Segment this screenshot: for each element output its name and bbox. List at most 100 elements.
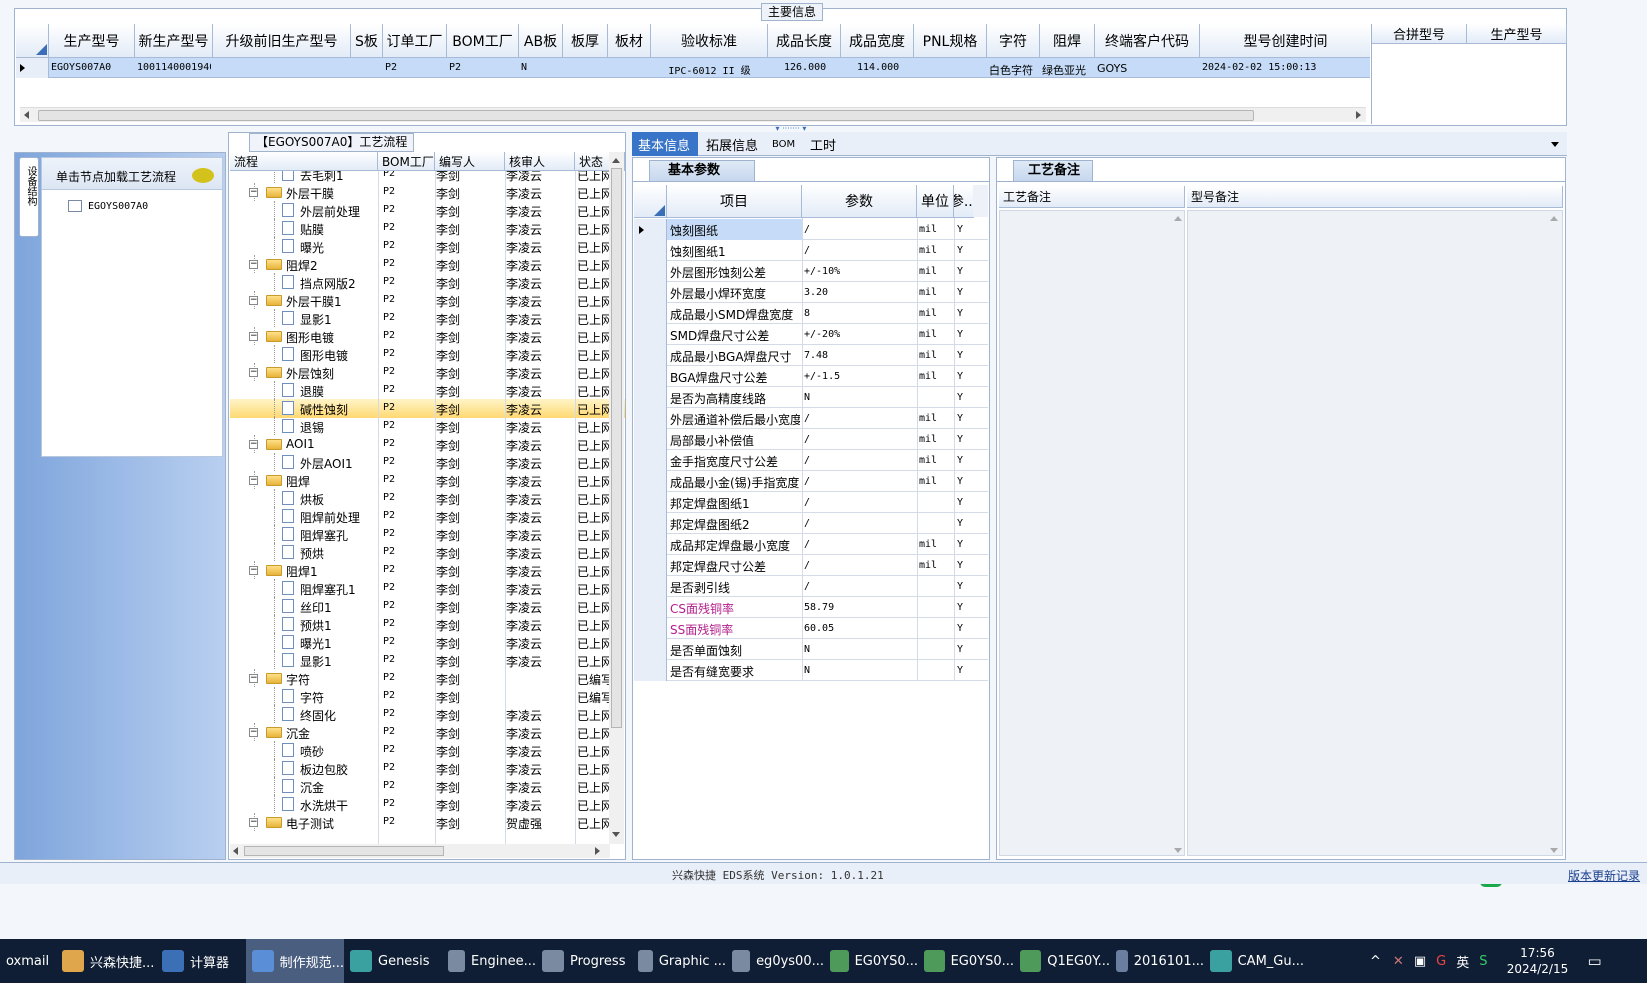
scroll-up-icon[interactable] <box>612 158 620 163</box>
hscroll-thumb[interactable] <box>38 110 1254 121</box>
process-row[interactable]: − 阻焊 P2 李剑 李凌云 已上网 <box>230 471 625 490</box>
scroll-down-icon[interactable] <box>1550 848 1558 853</box>
model-notes-header[interactable]: 型号备注 <box>1187 186 1563 208</box>
scroll-left-icon[interactable] <box>24 111 29 119</box>
taskbar-item[interactable]: 2016101... <box>1110 939 1204 983</box>
taskbar-item[interactable]: Genesis <box>344 939 442 983</box>
param-row[interactable]: 邦定焊盘图纸1 / Y <box>634 492 988 513</box>
process-row[interactable]: 喷砂 P2 李剑 李凌云 已上网 <box>230 741 625 760</box>
tab-bom[interactable]: BOM <box>766 132 801 156</box>
main-col-header[interactable]: 新生产型号 <box>135 24 213 58</box>
collapse-toggle-icon[interactable]: − <box>249 296 258 305</box>
scroll-down-icon[interactable] <box>612 832 620 837</box>
process-notes-header[interactable]: 工艺备注 <box>999 186 1185 208</box>
param-row[interactable]: 金手指宽度尺寸公差 / mil Y <box>634 450 988 471</box>
process-row[interactable]: 水洗烘干 P2 李剑 李凌云 已上网 <box>230 795 625 814</box>
collapse-toggle-icon[interactable]: − <box>249 674 258 683</box>
process-row[interactable]: − 外层干膜 P2 李剑 李凌云 已上网 <box>230 183 625 202</box>
param-row[interactable]: 外层通道补偿后最小宽度 / mil Y <box>634 408 988 429</box>
taskbar-item[interactable]: CAM_Gu... <box>1204 939 1304 983</box>
collapse-toggle-icon[interactable]: − <box>249 566 258 575</box>
scroll-up-icon[interactable] <box>1174 216 1182 221</box>
tray-network-icon[interactable]: ▣ <box>1414 954 1426 969</box>
param-row[interactable]: BGA焊盘尺寸公差 +/-1.5 mil Y <box>634 366 988 387</box>
param-row[interactable]: 成品最小BGA焊盘尺寸 7.48 mil Y <box>634 345 988 366</box>
process-row[interactable]: 预烘 P2 李剑 李凌云 已上网 <box>230 543 625 562</box>
param-row[interactable]: 局部最小补偿值 / mil Y <box>634 429 988 450</box>
taskbar-item[interactable]: EG0YS0... <box>824 939 918 983</box>
process-row[interactable]: 阻焊塞孔 P2 李剑 李凌云 已上网 <box>230 525 625 544</box>
collapse-toggle-icon[interactable]: − <box>249 188 258 197</box>
taskbar-item[interactable]: Progress <box>536 939 632 983</box>
param-row[interactable]: 邦定焊盘尺寸公差 / mil Y <box>634 555 988 576</box>
tree-node[interactable]: EGOYS007A0 <box>68 198 148 214</box>
collapse-toggle-icon[interactable]: − <box>249 332 258 341</box>
process-row[interactable]: 碱性蚀刻 P2 李剑 李凌云 已上网 <box>230 399 625 418</box>
process-row[interactable]: 沉金 P2 李剑 李凌云 已上网 <box>230 777 625 796</box>
main-cell[interactable]: 10011400019407 <box>137 62 211 73</box>
scroll-left-icon[interactable] <box>233 847 238 855</box>
process-row[interactable]: 外层前处理 P2 李剑 李凌云 已上网 <box>230 201 625 220</box>
main-col-header[interactable]: 订单工厂 <box>383 24 447 58</box>
collapse-toggle-icon[interactable]: − <box>249 476 258 485</box>
process-row[interactable]: 贴膜 P2 李剑 李凌云 已上网 <box>230 219 625 238</box>
process-row[interactable]: 板边包胶 P2 李剑 李凌云 已上网 <box>230 759 625 778</box>
side-production-model-header[interactable]: 生产型号 <box>1467 24 1567 44</box>
scroll-right-icon[interactable] <box>595 847 600 855</box>
merge-model-header[interactable]: 合拼型号 <box>1372 24 1467 44</box>
process-col-header[interactable]: 流程 <box>230 152 378 171</box>
param-row[interactable]: 蚀刻图纸1 / mil Y <box>634 240 988 261</box>
main-col-header[interactable]: 生产型号 <box>49 24 135 58</box>
process-row[interactable]: 终固化 P2 李剑 李凌云 已上网 <box>230 705 625 724</box>
taskbar-item[interactable]: eg0ys00... <box>726 939 824 983</box>
update-log-link[interactable]: 版本更新记录 <box>1568 867 1640 884</box>
process-row[interactable]: 退锡 P2 李剑 李凌云 已上网 <box>230 417 625 436</box>
process-row[interactable]: 外层AOI1 P2 李剑 李凌云 已上网 <box>230 453 625 472</box>
main-cell[interactable]: N <box>521 62 561 73</box>
main-cell[interactable]: 白色字符 <box>989 62 1038 78</box>
main-cell[interactable]: 114.000 <box>843 62 912 73</box>
collapse-toggle-icon[interactable]: − <box>249 368 258 377</box>
taskbar-item[interactable]: oxmail <box>0 939 56 983</box>
collapse-toggle-icon[interactable]: − <box>249 440 258 449</box>
process-row[interactable]: 曝光 P2 李剑 李凌云 已上网 <box>230 237 625 256</box>
param-row[interactable]: SS面残铜率 60.05 Y <box>634 618 988 639</box>
main-cell[interactable]: 2024-02-02 15:00:13 <box>1202 62 1370 73</box>
main-col-header[interactable]: 型号创建时间 <box>1200 24 1370 58</box>
process-row[interactable]: 图形电镀 P2 李剑 李凌云 已上网 <box>230 345 625 364</box>
main-col-header[interactable]: PNL规格 <box>914 24 987 58</box>
process-col-header[interactable]: 编写人 <box>435 152 505 171</box>
process-row[interactable]: − 外层蚀刻 P2 李剑 李凌云 已上网 <box>230 363 625 382</box>
main-col-header[interactable]: 成品长度 <box>768 24 841 58</box>
main-col-header[interactable]: AB板 <box>519 24 563 58</box>
param-vscrollbar[interactable] <box>973 185 988 217</box>
process-row[interactable]: 退膜 P2 李剑 李凌云 已上网 <box>230 381 625 400</box>
main-col-header[interactable]: 成品宽度 <box>841 24 914 58</box>
process-notes-area[interactable] <box>999 210 1185 856</box>
main-cell[interactable]: IPC-6012 II 级 <box>653 62 766 77</box>
process-col-header[interactable]: BOM工厂 <box>378 152 435 171</box>
process-row[interactable]: − 阻焊2 P2 李剑 李凌云 已上网 <box>230 255 625 274</box>
taskbar-item[interactable]: Enginee... <box>442 939 536 983</box>
tab-basic-info[interactable]: 基本信息 <box>632 132 698 156</box>
tab-extended-info[interactable]: 拓展信息 <box>700 132 764 156</box>
param-col-header[interactable]: 参... <box>954 185 974 218</box>
main-col-header[interactable]: 阻焊 <box>1040 24 1095 58</box>
tab-dropdown-icon[interactable] <box>1551 142 1559 147</box>
process-hscrollbar[interactable] <box>230 844 610 858</box>
process-row[interactable]: 曝光1 P2 李剑 李凌云 已上网 <box>230 633 625 652</box>
taskbar-item[interactable]: 兴森快捷... <box>56 939 156 983</box>
vscroll-thumb[interactable] <box>611 168 622 728</box>
param-col-header[interactable]: 项目 <box>667 185 802 218</box>
main-cell[interactable]: P2 <box>449 62 517 73</box>
model-notes-area[interactable] <box>1187 210 1563 856</box>
main-col-header[interactable]: 板厚 <box>563 24 608 58</box>
param-row[interactable]: 是否剥引线 / Y <box>634 576 988 597</box>
process-row[interactable]: − 字符 P2 李剑 已编写 <box>230 669 625 688</box>
param-row[interactable]: 蚀刻图纸 / mil Y <box>634 219 988 240</box>
main-col-header[interactable]: 验收标准 <box>651 24 768 58</box>
taskbar-item[interactable]: EG0YS0... <box>918 939 1014 983</box>
param-row[interactable]: 成品最小金(锡)手指宽度 / mil Y <box>634 471 988 492</box>
process-row[interactable]: − 阻焊1 P2 李剑 李凌云 已上网 <box>230 561 625 580</box>
vertical-tab[interactable]: 设备结构 <box>19 157 39 237</box>
